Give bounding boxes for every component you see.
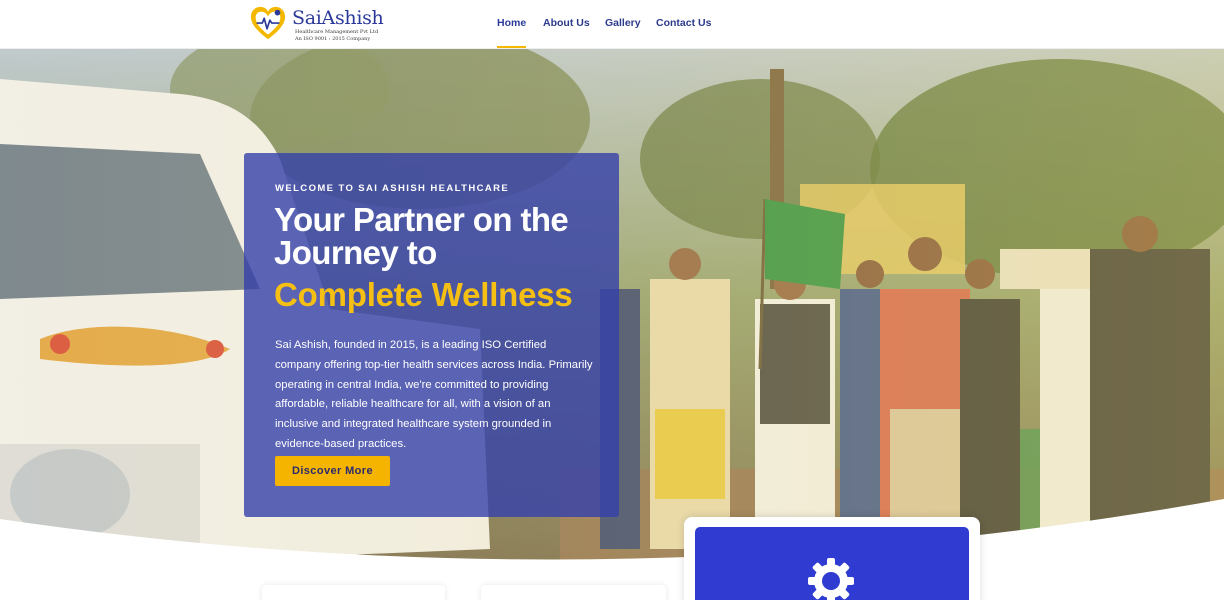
nav-item-contact[interactable]: Contact Us xyxy=(656,17,711,29)
nav-item-label: Home xyxy=(497,17,527,29)
hero-headline-accent: Complete Wellness xyxy=(274,276,573,313)
nav-item-about[interactable]: About Us xyxy=(543,17,590,29)
nav-item-home[interactable]: Home xyxy=(497,17,527,48)
brand-iso-line: An ISO 9001 : 2015 Company xyxy=(295,36,371,42)
nav-item-label: Gallery xyxy=(605,17,641,29)
heart-pulse-logo-icon xyxy=(250,6,286,40)
hero-description: Sai Ashish, founded in 2015, is a leadin… xyxy=(275,339,593,450)
brand-name: SaiAshish xyxy=(292,7,384,29)
site-header: SaiAshish Healthcare Management Pvt Ltd … xyxy=(0,0,1224,49)
active-indicator xyxy=(497,46,527,48)
hero-content-card: WELCOME TO SAI ASHISH HEALTHCARE Your Pa… xyxy=(244,153,619,517)
hero-headline: Your Partner on the Journey to xyxy=(274,201,569,271)
gear-icon xyxy=(808,558,854,600)
nav-item-label: About Us xyxy=(543,17,590,29)
service-card[interactable] xyxy=(481,585,666,600)
nav-item-gallery[interactable]: Gallery xyxy=(605,17,641,29)
service-card[interactable] xyxy=(262,585,445,600)
nav-item-label: Contact Us xyxy=(656,17,712,29)
hero-section: WELCOME TO SAI ASHISH HEALTHCARE Your Pa… xyxy=(0,49,1224,600)
feature-card[interactable] xyxy=(695,527,969,600)
brand-logo[interactable]: SaiAshish Healthcare Management Pvt Ltd … xyxy=(249,3,399,45)
brand-subtitle: Healthcare Management Pvt Ltd xyxy=(295,29,379,35)
hero-eyebrow: WELCOME TO SAI ASHISH HEALTHCARE xyxy=(275,183,510,194)
discover-more-button[interactable]: Discover More xyxy=(275,456,390,486)
